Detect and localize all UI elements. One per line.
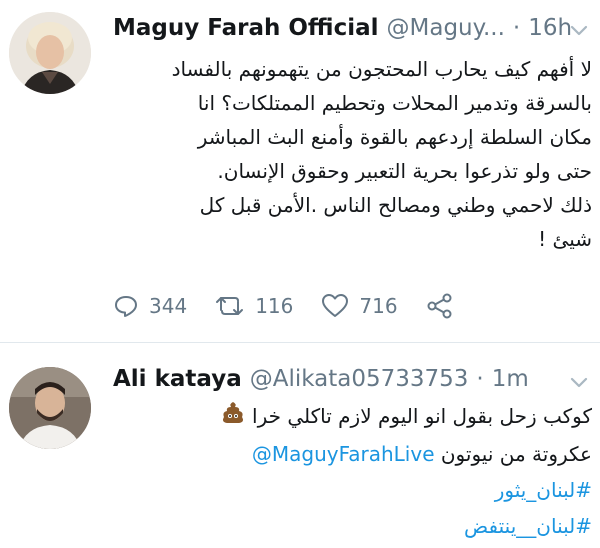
like-button[interactable]: 716: [321, 293, 398, 319]
reply-text: كوكب زحل بقول انو اليوم لازم تاكلي خرا: [252, 404, 592, 428]
author-handle[interactable]: @Alikata05733753: [250, 366, 469, 392]
share-icon: [427, 293, 452, 319]
avatar-ali[interactable]: [9, 367, 91, 449]
separator-dot: ·: [476, 366, 484, 392]
tweet-reply-text: كوكب زحل بقول انو اليوم لازم تاكلي خرا ع…: [104, 398, 592, 544]
avatar-ali-image: [9, 367, 91, 449]
reply-count: 344: [149, 294, 188, 318]
avatar-maguy[interactable]: [9, 12, 91, 94]
chevron-down-icon[interactable]: [568, 372, 590, 394]
separator-dot: ·: [512, 15, 521, 41]
chevron-down-icon[interactable]: [568, 20, 590, 42]
author-name[interactable]: Maguy Farah Official: [113, 15, 379, 41]
tweet-actions: 344 116 716: [113, 293, 492, 319]
hashtag-link-1[interactable]: #لبنان_يثور: [104, 472, 592, 508]
retweet-icon: [216, 297, 244, 315]
tweet-time[interactable]: 1m: [492, 366, 529, 392]
tweet-text-line: مكان السلطة إردعهم بالقوة وأمنع البث الم…: [197, 125, 592, 149]
tweet-text-line: بالسرقة وتدمير المحلات وتحطيم الممتلكات؟…: [197, 91, 592, 115]
tweet-text-line: شيئ !: [538, 227, 592, 251]
author-name[interactable]: Ali kataya: [113, 366, 242, 392]
avatar-maguy-image: [9, 12, 91, 94]
tweet-main[interactable]: Maguy Farah Official @Maguy... · 16h لا …: [0, 0, 600, 343]
author-handle[interactable]: @Maguy...: [387, 15, 505, 41]
tweet-text-line: لا أفهم كيف يحارب المحتجون من يتهمونهم ب…: [171, 57, 592, 81]
share-button[interactable]: [426, 293, 464, 319]
tweet-main-header: Maguy Farah Official @Maguy... · 16h: [113, 15, 572, 41]
reply-text-line-2: عكروتة من نيوتون @MaguyFarahLive: [104, 436, 592, 472]
tweet-text-line: ذلك لاحمي وطني ومصالح الناس .الأمن قبل ك…: [199, 193, 592, 217]
reply-button[interactable]: 344: [113, 293, 187, 319]
retweet-button[interactable]: 116: [215, 293, 293, 319]
tweet-main-text: لا أفهم كيف يحارب المحتجون من يتهمونهم ب…: [104, 52, 592, 256]
tweet-text-line: حتى ولو تذرعوا بحرية التعبير وحقوق الإنس…: [217, 159, 592, 183]
reply-icon: [115, 296, 137, 317]
pile-of-poo-icon: [220, 399, 246, 436]
reply-text-line-1: كوكب زحل بقول انو اليوم لازم تاكلي خرا: [104, 398, 592, 436]
reply-text-rest: عكروتة من نيوتون: [440, 442, 592, 466]
mention-link[interactable]: @MaguyFarahLive: [252, 442, 435, 466]
heart-icon: [322, 294, 349, 317]
hashtag-link-2[interactable]: #لبنان__ينتفض: [104, 508, 592, 544]
tweet-time[interactable]: 16h: [528, 15, 572, 41]
like-count: 716: [359, 294, 398, 318]
retweet-count: 116: [255, 294, 294, 318]
tweet-reply-header: Ali kataya @Alikata05733753 · 1m: [113, 366, 529, 392]
